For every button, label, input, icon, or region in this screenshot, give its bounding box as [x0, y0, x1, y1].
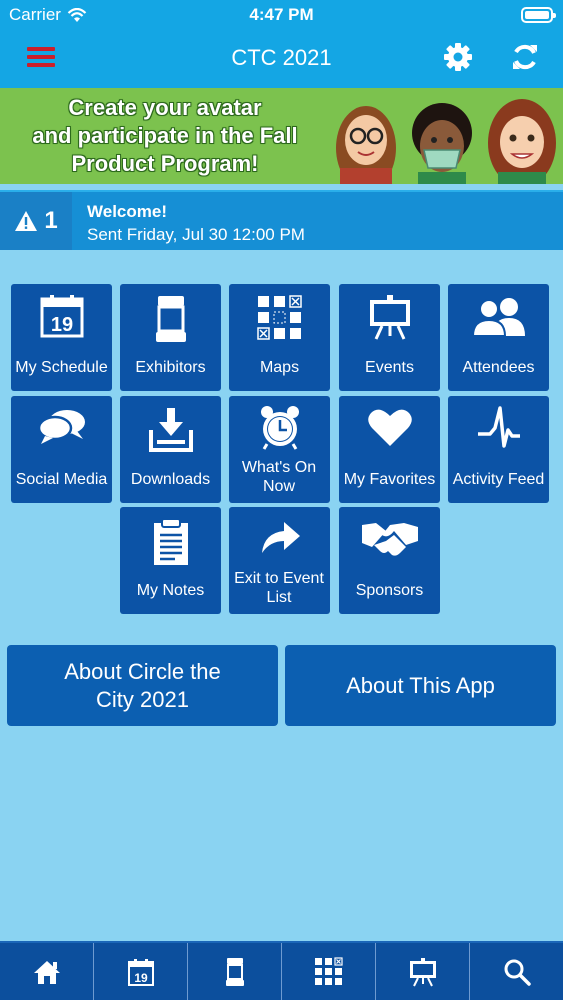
- tile-label: My Schedule: [15, 359, 108, 376]
- calendar-day: 19: [50, 314, 72, 336]
- people-icon: [471, 298, 525, 337]
- tile-activity-feed[interactable]: Activity Feed: [448, 396, 549, 503]
- promo-banner[interactable]: Create your avatar and participate in th…: [0, 88, 563, 184]
- banner-line-2: and participate in the Fall: [32, 123, 298, 148]
- tile-label: Maps: [259, 359, 300, 376]
- tile-exit-to-event-list[interactable]: Exit to Event List: [229, 507, 330, 614]
- banner-line-3: Product Program!: [71, 151, 259, 176]
- about-event-button[interactable]: About Circle the City 2021: [7, 645, 278, 726]
- tile-label: Events: [365, 359, 414, 376]
- tile-exhibitors[interactable]: Exhibitors: [120, 284, 221, 391]
- about-app-button[interactable]: About This App: [285, 645, 556, 726]
- calendar-icon: 19: [40, 295, 83, 338]
- about-app-label: About This App: [346, 672, 495, 698]
- notification-badge: 1: [0, 192, 72, 250]
- about-event-label: About Circle the City 2021: [64, 658, 221, 712]
- gear-icon[interactable]: [443, 42, 473, 72]
- map-grid-icon: [256, 295, 302, 340]
- tile-downloads[interactable]: Downloads: [120, 396, 221, 503]
- tile-label: My Favorites: [343, 471, 436, 488]
- tile-social-media[interactable]: Social Media: [11, 396, 112, 503]
- tile-sponsors[interactable]: Sponsors: [339, 507, 440, 614]
- download-icon: [148, 408, 193, 452]
- alarm-clock-icon: [260, 406, 299, 450]
- top-bar: Carrier 4:47 PM CTC 2021: [0, 0, 563, 88]
- tile-label: What's On Now: [241, 459, 317, 495]
- tile-label: Exit to Event List: [234, 570, 324, 606]
- tile-label: Downloads: [130, 471, 211, 488]
- handshake-icon: [361, 523, 418, 556]
- tab-events[interactable]: [376, 943, 470, 1000]
- banner-line-1: Create your avatar: [68, 95, 262, 120]
- notification-banner[interactable]: 1 Welcome! Sent Friday, Jul 30 12:00 PM: [0, 190, 563, 250]
- tile-label: Activity Feed: [452, 471, 545, 488]
- page-title: CTC 2021: [231, 45, 332, 70]
- tile-my-schedule[interactable]: 19 My Schedule: [11, 284, 112, 391]
- easel-icon: [409, 957, 436, 986]
- refresh-icon[interactable]: [510, 42, 540, 72]
- warning-icon: [15, 211, 38, 231]
- home-icon: [33, 960, 60, 984]
- tab-maps[interactable]: [282, 943, 376, 1000]
- notification-title: Welcome!: [87, 202, 167, 221]
- nav-bar: CTC 2021: [0, 30, 563, 88]
- notification-subtitle: Sent Friday, Jul 30 12:00 PM: [87, 225, 305, 244]
- tile-label: Exhibitors: [135, 359, 206, 376]
- notepad-icon: [153, 518, 188, 565]
- tile-label: Social Media: [15, 471, 108, 488]
- tile-maps[interactable]: Maps: [229, 284, 330, 391]
- tile-events[interactable]: Events: [339, 284, 440, 391]
- tile-whats-on-now[interactable]: What's On Now: [229, 396, 330, 503]
- calendar-day: 19: [134, 971, 148, 985]
- booth-icon: [225, 957, 244, 986]
- chat-bubbles-icon: [37, 410, 85, 444]
- banner-text: Create your avatar and participate in th…: [0, 94, 330, 178]
- booth-icon: [155, 296, 186, 342]
- tab-schedule[interactable]: 19: [94, 943, 188, 1000]
- pulse-icon: [477, 406, 520, 448]
- tab-exhibitors[interactable]: [188, 943, 282, 1000]
- notification-count: 1: [44, 207, 58, 234]
- tile-label: Attendees: [462, 359, 535, 376]
- tile-label: Sponsors: [355, 582, 424, 599]
- tile-label: My Notes: [136, 582, 205, 599]
- tile-my-notes[interactable]: My Notes: [120, 507, 221, 614]
- calendar-icon: 19: [127, 958, 154, 986]
- easel-icon: [369, 295, 410, 340]
- battery-icon: [521, 7, 556, 23]
- search-icon: [504, 959, 531, 986]
- share-arrow-icon: [261, 522, 300, 553]
- status-bar: Carrier 4:47 PM: [0, 0, 563, 30]
- tab-home[interactable]: [0, 943, 94, 1000]
- tile-my-favorites[interactable]: My Favorites: [339, 396, 440, 503]
- bottom-tab-bar: 19: [0, 941, 563, 1000]
- status-time: 4:47 PM: [249, 5, 314, 24]
- tab-search[interactable]: [470, 943, 563, 1000]
- heart-icon: [367, 409, 412, 446]
- tile-attendees[interactable]: Attendees: [448, 284, 549, 391]
- avatar-illustration: [336, 99, 556, 184]
- map-grid-icon: [314, 956, 343, 985]
